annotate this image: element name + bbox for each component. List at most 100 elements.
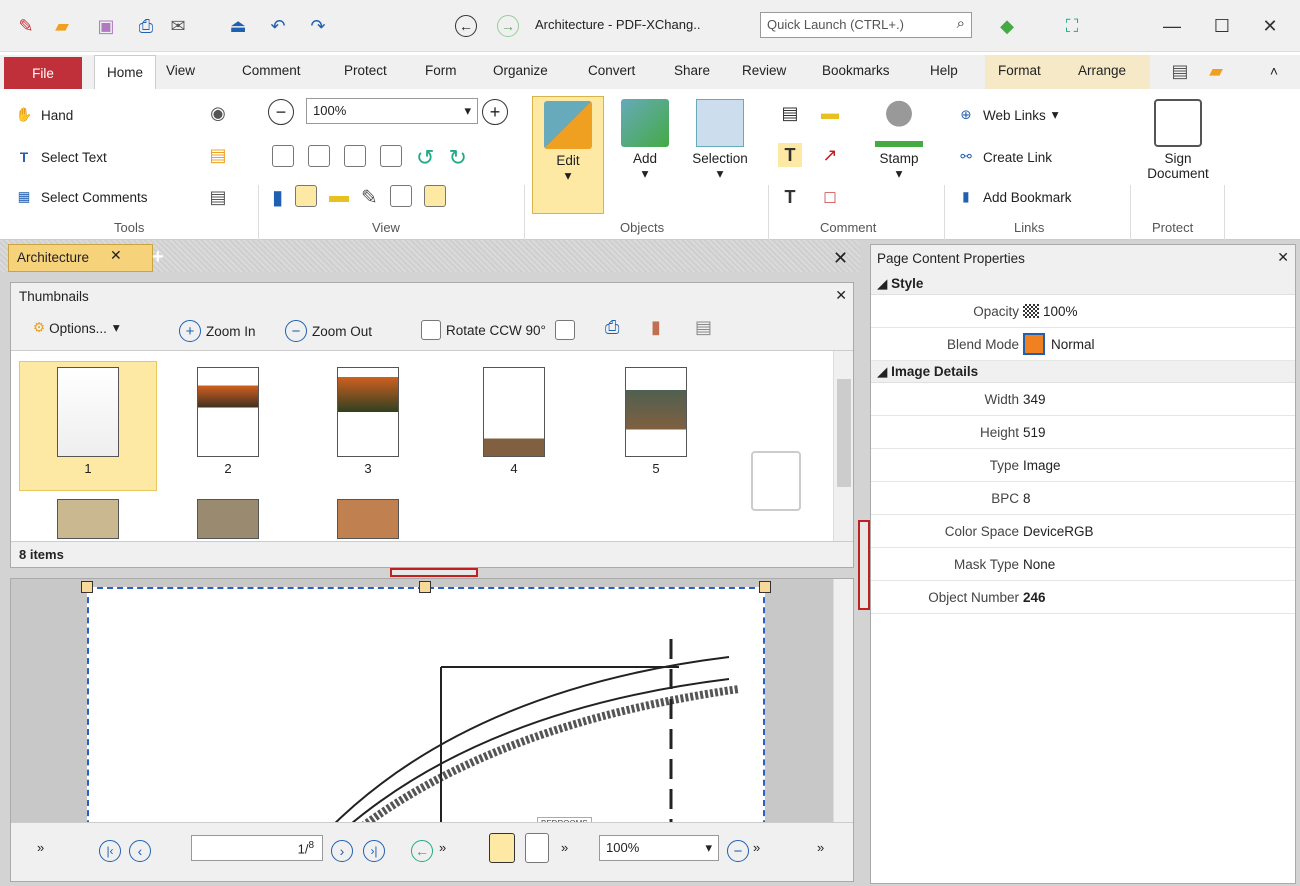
arrow-icon[interactable]: ↗: [818, 143, 842, 167]
document-tab[interactable]: Architecture ✕: [8, 244, 153, 272]
menu-view[interactable]: View: [166, 63, 195, 78]
thumbnail-page[interactable]: [197, 499, 259, 539]
thumbnail-page[interactable]: [337, 499, 399, 539]
menu-review[interactable]: Review: [742, 63, 786, 78]
print-icon[interactable]: ⎙: [134, 14, 158, 38]
actual-size-icon[interactable]: [272, 145, 294, 167]
menu-share[interactable]: Share: [674, 63, 710, 78]
scan-icon[interactable]: ⏏: [226, 14, 250, 38]
rotate-ccw-button[interactable]: Rotate CCW 90°: [421, 320, 546, 340]
page-number-input[interactable]: 1/8: [191, 835, 323, 861]
find-folder-icon[interactable]: ▰: [1204, 59, 1228, 83]
menu-form[interactable]: Form: [425, 63, 457, 78]
menu-help[interactable]: Help: [930, 63, 958, 78]
menu-home[interactable]: Home: [94, 55, 156, 89]
continuous-button[interactable]: [525, 833, 549, 863]
thumbnail-page[interactable]: 4: [483, 367, 545, 476]
sticky-note-icon[interactable]: ▬: [818, 101, 842, 125]
close-pane-icon[interactable]: ✕: [1277, 249, 1289, 266]
menu-arrange[interactable]: Arrange: [1078, 63, 1126, 78]
thumbnail-page[interactable]: 1: [57, 367, 119, 476]
rotate-cw-icon[interactable]: ↻: [448, 145, 466, 171]
zoom-select[interactable]: 100% ▾: [599, 835, 719, 861]
quick-launch-input[interactable]: Quick Launch (CTRL+.) ⌕: [760, 12, 972, 38]
zoom-in-button[interactable]: +: [482, 99, 508, 125]
selection-button[interactable]: Selection ▾: [680, 99, 760, 182]
zoom-out-button[interactable]: −: [727, 840, 749, 862]
comments-pane-icon[interactable]: ▬: [329, 185, 349, 210]
document-icon[interactable]: ▤: [1168, 59, 1192, 83]
thumbnail-page[interactable]: 5: [625, 367, 687, 476]
resize-handle[interactable]: [81, 581, 93, 593]
web-links-button[interactable]: ⊕ Web Links ▾: [954, 103, 1058, 127]
layers-pane-icon[interactable]: [389, 185, 412, 207]
property-row[interactable]: Object Number 246: [871, 581, 1295, 614]
rotate-ccw-icon[interactable]: ↺: [416, 145, 434, 171]
first-page-button[interactable]: |‹: [99, 840, 121, 862]
property-row[interactable]: Blend Mode Normal: [871, 328, 1295, 361]
email-icon[interactable]: ✉: [166, 14, 190, 38]
sign-document-button[interactable]: Sign Document: [1138, 99, 1218, 181]
single-page-button[interactable]: [489, 833, 515, 863]
delete-icon[interactable]: ▮: [651, 317, 661, 338]
print-pages-icon[interactable]: ⎙: [605, 317, 619, 338]
property-row[interactable]: Width 349: [871, 383, 1295, 416]
select-comments-button[interactable]: ▦ Select Comments: [12, 185, 148, 209]
zoom-select[interactable]: 100% ▾: [306, 98, 478, 124]
menu-format[interactable]: Format: [998, 63, 1041, 78]
resize-handle[interactable]: [419, 581, 431, 593]
resize-handle[interactable]: [759, 581, 771, 593]
forward-icon[interactable]: →: [496, 14, 520, 38]
hand-button[interactable]: ✋ Hand: [12, 103, 74, 127]
fullscreen-icon[interactable]: ⛶: [1060, 14, 1084, 38]
redo-icon[interactable]: ↷: [306, 14, 330, 38]
more-icon[interactable]: »: [561, 840, 568, 855]
stamp-button[interactable]: Stamp ▾: [864, 99, 934, 182]
property-row[interactable]: Height 519: [871, 416, 1295, 449]
section-style[interactable]: ◢ Style: [871, 273, 1295, 295]
section-image-details[interactable]: ◢ Image Details: [871, 361, 1295, 383]
menu-protect[interactable]: Protect: [344, 63, 387, 78]
thumbnail-page[interactable]: 3: [337, 367, 399, 476]
menu-organize[interactable]: Organize: [493, 63, 548, 78]
thumb-zoom-out-button[interactable]: − Zoom Out: [285, 320, 372, 342]
side-splitter-handle[interactable]: [858, 520, 870, 610]
minimize-button[interactable]: —: [1150, 8, 1194, 44]
prev-page-button[interactable]: ‹: [129, 840, 151, 862]
rectangle-icon[interactable]: □: [818, 185, 842, 209]
close-button[interactable]: ✕: [1248, 8, 1292, 44]
customize-icon[interactable]: ◆: [995, 14, 1019, 38]
options-button[interactable]: ⚙ Options... ▾: [33, 320, 120, 336]
create-link-button[interactable]: ⚯ Create Link: [954, 145, 1052, 169]
menu-file[interactable]: File: [4, 57, 82, 89]
undo-icon[interactable]: ↶: [266, 14, 290, 38]
more-icon[interactable]: »: [37, 840, 44, 855]
select-text-button[interactable]: T Select Text: [12, 145, 107, 169]
snapshot-icon[interactable]: ◉: [206, 101, 230, 125]
viewer-scrollbar[interactable]: [833, 579, 853, 822]
clipboard-icon[interactable]: ▤: [206, 143, 230, 167]
add-bookmark-button[interactable]: ▮ Add Bookmark: [954, 185, 1071, 209]
thumbnails-pane-icon[interactable]: [295, 185, 318, 207]
thumbnail-page[interactable]: 2: [197, 367, 259, 476]
property-row[interactable]: Opacity 100%: [871, 295, 1295, 328]
edit-button[interactable]: Edit ▾: [532, 96, 604, 214]
save-icon[interactable]: ▣: [94, 14, 118, 38]
fit-visible-icon[interactable]: [380, 145, 402, 167]
close-pane-icon[interactable]: ✕: [835, 287, 847, 304]
new-tab-button[interactable]: +: [152, 247, 172, 268]
collapse-ribbon-icon[interactable]: ˄: [1262, 59, 1286, 83]
more-icon[interactable]: »: [817, 840, 824, 855]
property-row[interactable]: BPC 8: [871, 482, 1295, 515]
splitter-handle[interactable]: [390, 568, 478, 577]
fit-width-icon[interactable]: [344, 145, 366, 167]
last-page-button[interactable]: ›|: [363, 840, 385, 862]
menu-convert[interactable]: Convert: [588, 63, 635, 78]
open-folder-icon[interactable]: ▰: [50, 14, 74, 38]
bookmarks-pane-icon[interactable]: ▮: [272, 185, 283, 210]
rotate-cw-button[interactable]: [555, 320, 575, 340]
properties-pane-icon[interactable]: [423, 185, 446, 207]
page-settings-icon[interactable]: ▤: [695, 317, 712, 338]
back-view-button[interactable]: ←: [411, 840, 433, 862]
thumbnail-page[interactable]: [57, 499, 119, 539]
